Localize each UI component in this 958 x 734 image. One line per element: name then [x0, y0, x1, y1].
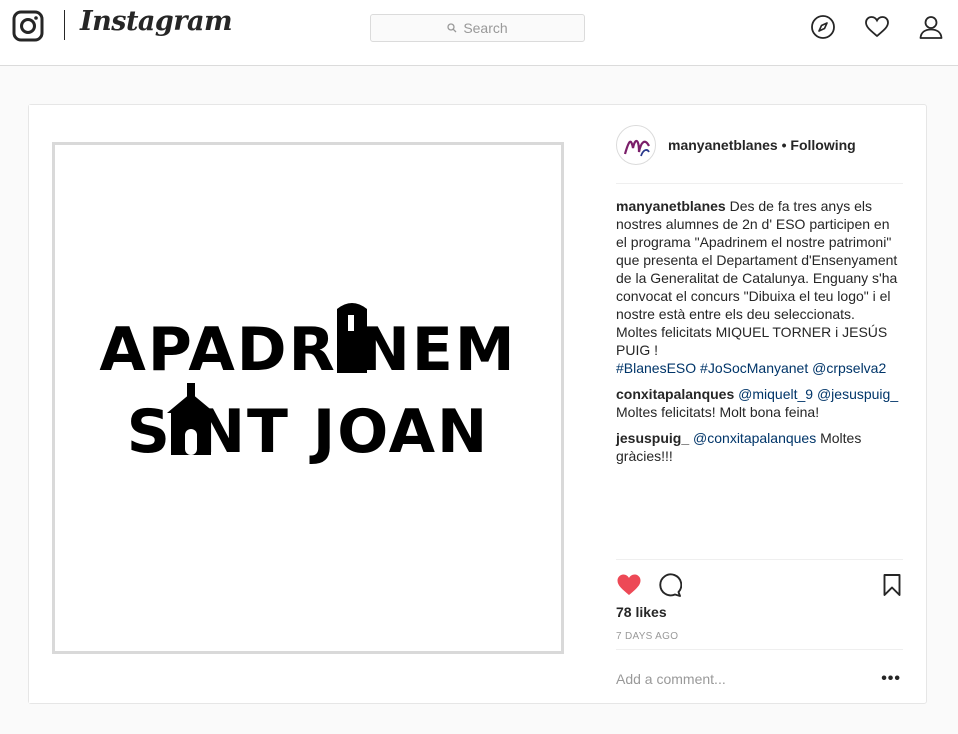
comment-item: conxitapalanques @miquelt_9 @jesuspuig_ … [616, 385, 903, 421]
heart-icon[interactable] [864, 14, 890, 40]
bookmark-icon[interactable] [879, 572, 905, 598]
manyanet-logo-icon [623, 139, 650, 157]
search-input[interactable]: Search [370, 14, 585, 42]
chapel-graphic [167, 383, 215, 455]
following-button[interactable]: Following [790, 137, 855, 153]
likes-count[interactable]: 78 likes [616, 604, 667, 620]
image-text-line-1: APADR NEM [99, 315, 517, 385]
comment-username-link[interactable]: conxitapalanques [616, 386, 734, 402]
comment-username-link[interactable]: jesuspuig_ [616, 430, 689, 446]
post-date[interactable]: 7 DAYS AGO [616, 631, 678, 642]
compass-icon[interactable] [810, 14, 836, 40]
top-navigation-bar: Instagram Search [0, 0, 958, 66]
add-comment-input[interactable]: Add a comment... [616, 671, 726, 687]
caption-text: Des de fa tres anys els nostres alumnes … [616, 198, 898, 322]
caption: manyanetblanes Des de fa tres anys els n… [616, 197, 903, 377]
post-actions: 78 likes 7 DAYS AGO [616, 559, 903, 649]
caption-username-link[interactable]: manyanetblanes [616, 198, 726, 214]
door-graphic [337, 303, 367, 373]
more-options-icon[interactable]: ••• [881, 670, 901, 688]
post-header: manyanetblanes • Following [616, 105, 903, 184]
profile-icon[interactable] [918, 14, 944, 40]
post-card: APADR NEM S NT JOAN manyanetblanes • Fol… [28, 104, 927, 704]
comments-list: manyanetblanes Des de fa tres anys els n… [616, 197, 903, 473]
post-media[interactable]: APADR NEM S NT JOAN [29, 105, 591, 703]
comment-icon[interactable] [656, 572, 682, 598]
logo-divider [64, 10, 65, 40]
like-heart-icon[interactable] [616, 572, 642, 598]
add-comment-section: Add a comment... ••• [616, 649, 903, 703]
search-placeholder: Search [463, 20, 508, 36]
comment-mentions[interactable]: @miquelt_9 @jesuspuig_ [738, 386, 898, 402]
search-icon [447, 23, 457, 33]
avatar[interactable] [616, 125, 656, 165]
post-author-link[interactable]: manyanetblanes [668, 137, 778, 153]
post-sidebar: manyanetblanes • Following manyanetblane… [616, 105, 903, 703]
header-separator: • [777, 137, 791, 153]
instagram-camera-icon[interactable] [12, 10, 44, 42]
comment-mentions[interactable]: @conxitapalanques [693, 430, 816, 446]
post-image: APADR NEM S NT JOAN [52, 142, 564, 654]
post-header-info: manyanetblanes • Following [668, 137, 856, 153]
instagram-wordmark[interactable]: Instagram [80, 6, 233, 37]
caption-text-2: Moltes felicitats MIQUEL TORNER i JESÚS … [616, 324, 888, 358]
caption-hashtags[interactable]: #BlanesESO #JoSocManyanet @crpselva2 [616, 360, 886, 376]
comment-text: Moltes felicitats! Molt bona feina! [616, 404, 820, 420]
image-text-line-2: S NT JOAN [126, 397, 490, 467]
comment-item: jesuspuig_ @conxitapalanques Moltes gràc… [616, 429, 903, 465]
